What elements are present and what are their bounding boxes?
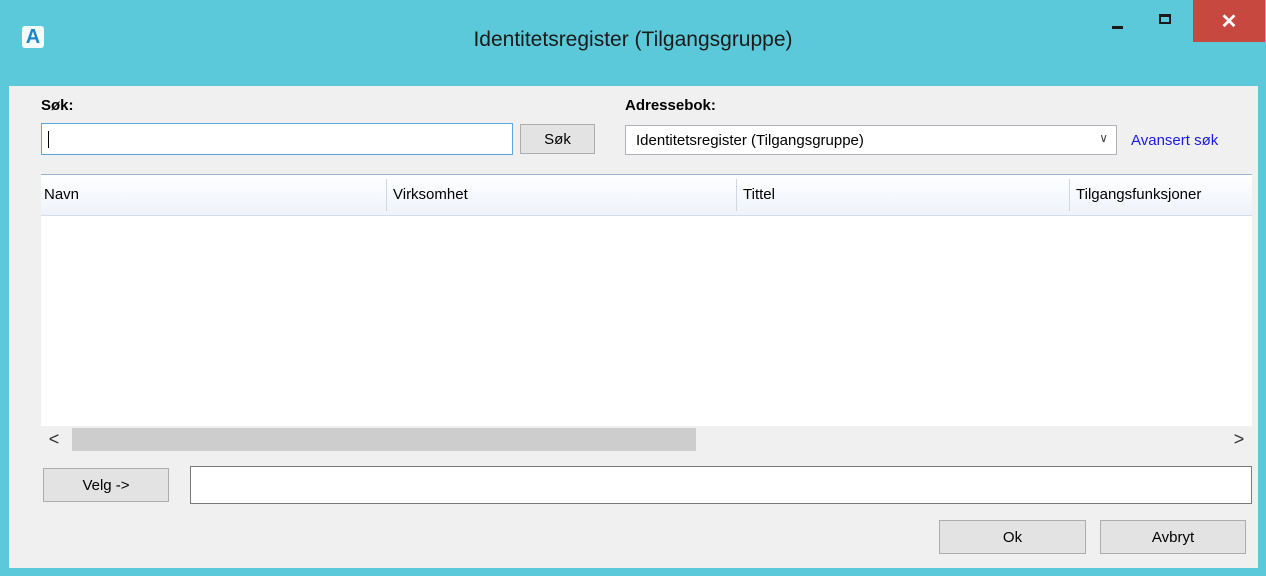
dialog-window: A Identitetsregister (Tilgangsgruppe) ✕ … [0, 0, 1266, 576]
text-caret [48, 131, 49, 148]
window-title: Identitetsregister (Tilgangsgruppe) [473, 28, 793, 51]
dialog-body: Søk: Søk Adressebok: Identitetsregister … [9, 86, 1258, 568]
minimize-button[interactable] [1098, 0, 1136, 46]
column-header-virksomhet[interactable]: Virksomhet [390, 175, 735, 215]
horizontal-scrollbar[interactable]: < > [41, 426, 1252, 453]
advanced-search-link[interactable]: Avansert søk [1131, 132, 1218, 149]
column-divider[interactable] [1069, 179, 1070, 211]
scroll-left-icon[interactable]: < [41, 426, 67, 453]
chevron-down-icon: ∨ [1099, 131, 1108, 145]
search-button[interactable]: Søk [520, 124, 595, 154]
close-icon: ✕ [1220, 10, 1238, 33]
column-header-tilgangsfunksjoner[interactable]: Tilgangsfunksjoner [1073, 175, 1252, 215]
select-button[interactable]: Velg -> [43, 468, 169, 502]
column-header-tittel[interactable]: Tittel [740, 175, 1070, 215]
column-header-navn[interactable]: Navn [41, 175, 386, 215]
title-bar[interactable]: A Identitetsregister (Tilgangsgruppe) ✕ [0, 0, 1266, 86]
addressbook-select[interactable]: Identitetsregister (Tilgangsgruppe) ∨ [625, 125, 1117, 155]
addressbook-selected-value: Identitetsregister (Tilgangsgruppe) [636, 132, 864, 149]
ok-button[interactable]: Ok [939, 520, 1086, 554]
selected-recipients-field[interactable] [190, 466, 1252, 504]
column-divider[interactable] [386, 179, 387, 211]
scrollbar-thumb[interactable] [72, 428, 696, 451]
close-button[interactable]: ✕ [1193, 0, 1265, 42]
maximize-button[interactable] [1148, 0, 1184, 46]
search-label: Søk: [41, 97, 74, 114]
addressbook-label: Adressebok: [625, 97, 716, 114]
search-input[interactable] [41, 123, 513, 155]
cancel-button[interactable]: Avbryt [1100, 520, 1246, 554]
results-list[interactable]: Navn Virksomhet Tittel Tilgangsfunksjone… [41, 174, 1252, 453]
column-divider[interactable] [736, 179, 737, 211]
list-header: Navn Virksomhet Tittel Tilgangsfunksjone… [41, 175, 1252, 216]
scroll-right-icon[interactable]: > [1226, 426, 1252, 453]
